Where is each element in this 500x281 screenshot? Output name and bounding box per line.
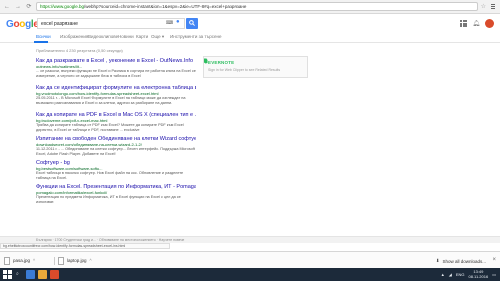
evernote-title: EVERNOTE <box>208 60 235 65</box>
close-icon[interactable]: × <box>492 257 496 263</box>
search-input[interactable]: excel разрязане <box>37 18 185 29</box>
url-path: /webhp?sourceid=chrome-instant&ion=1&esp… <box>84 4 247 9</box>
result-snippet: 25.05.2011 г. - В Microsoft Excel Формул… <box>36 96 186 105</box>
chevron-up-icon[interactable]: ^ <box>33 258 35 263</box>
apps-grid-icon[interactable] <box>460 20 468 27</box>
chevron-up-icon[interactable]: ^ <box>90 258 92 263</box>
search-result: Как да разкраквате в Excel , уеконение в… <box>36 58 196 79</box>
tab-search-tools[interactable]: Инструменти за търсене <box>170 34 222 39</box>
taskbar: ⌕ ▲ ◢ ENG 13:49 08.11.2016 ▭ <box>0 268 500 281</box>
result-snippet: Презентация по предмета Информатика, ИТ … <box>36 195 181 204</box>
volume-icon[interactable]: ◢ <box>449 272 452 277</box>
keyboard-icon[interactable]: ⌨ <box>166 20 173 26</box>
result-snippet: Трябва да копирате таблица от PDF към Ex… <box>36 123 184 132</box>
result-snippet: Excel таблици в няколко софтуер. Нов Exc… <box>36 171 184 180</box>
search-result: Как да копирате на PDF в Excel в Mac OS … <box>36 112 196 133</box>
search-result: Функции на Excel. Презентация по Информа… <box>36 184 196 205</box>
image-file-icon <box>4 256 10 265</box>
search-result: Софтуер - bg bg.bestsoftware.com/softwar… <box>36 160 196 181</box>
bookmark-star-icon[interactable]: ☆ <box>481 3 486 10</box>
clock[interactable]: 13:49 08.11.2016 <box>468 269 489 279</box>
pinned-apps <box>26 270 59 279</box>
search-result: Как да се идентифицират формулите на еле… <box>36 85 196 106</box>
image-file-icon <box>58 256 64 265</box>
folder-icon[interactable] <box>38 270 47 279</box>
clock-date: 08.11.2016 <box>468 273 489 279</box>
active-tab-indicator <box>34 41 48 43</box>
result-stats: Приблизително 4 230 резултата (0,50 секу… <box>36 48 123 53</box>
notifications-icon[interactable]: 🔔︎ <box>472 20 480 27</box>
language-indicator[interactable]: ENG <box>456 272 465 277</box>
download-filename: laptop.jpg <box>67 258 87 263</box>
evernote-panel: EVERNOTE Sign in for Web Clipper to see … <box>203 56 308 78</box>
network-icon[interactable]: ▲ <box>441 272 445 277</box>
microphone-icon[interactable]: ● <box>176 19 180 25</box>
result-snippet: 11.12.2011 г. - ... Обединяване на клетк… <box>36 147 195 156</box>
tab-videos[interactable]: Видеоклипове <box>88 34 118 39</box>
forward-icon[interactable]: → <box>14 3 22 11</box>
status-bar-url: bg.ehelttotroxcountifrecr.com/how-identi… <box>0 243 170 249</box>
tab-images[interactable]: Изображения <box>60 34 88 39</box>
download-item[interactable]: pasa.jpg ^ <box>4 256 35 265</box>
search-icon[interactable]: ⌕ <box>16 271 19 277</box>
file-explorer-icon[interactable] <box>26 270 35 279</box>
location-footer: България · 1700 Студентски град и... · О… <box>0 236 500 243</box>
windows-start-icon[interactable] <box>3 270 12 279</box>
evernote-signin-link[interactable]: Sign in for Web Clipper to see Related R… <box>208 68 280 72</box>
reload-icon[interactable]: ⟳ <box>25 3 33 11</box>
download-arrow-icon: ⬇ <box>435 258 440 263</box>
download-item[interactable]: laptop.jpg ^ <box>54 256 92 265</box>
show-all-label: Show all downloads... <box>442 258 486 264</box>
search-result: Изпитание на свободен Обединяване на кле… <box>36 136 196 157</box>
system-tray: ▲ ◢ ENG 13:49 08.11.2016 ▭ <box>441 269 496 279</box>
tab-news[interactable]: Новини <box>118 34 134 39</box>
back-icon[interactable]: ← <box>3 3 11 11</box>
tab-maps[interactable]: Карти <box>136 34 148 39</box>
browser-toolbar: ← → ⟳ https://www.google.bg/webhp?source… <box>0 0 500 14</box>
divider <box>54 256 55 265</box>
download-filename: pasa.jpg <box>13 258 31 263</box>
show-all-downloads-link[interactable]: ⬇ Show all downloads... <box>436 258 486 264</box>
result-snippet: ... се разкочи, въпреки функции не Excel… <box>36 69 196 78</box>
google-logo[interactable]: Google <box>6 19 39 30</box>
tab-all[interactable]: Всички <box>36 34 51 39</box>
url-host: https://www.google.bg <box>40 4 85 9</box>
avatar[interactable] <box>485 19 494 28</box>
search-icon <box>189 20 195 26</box>
chrome-icon[interactable] <box>50 270 59 279</box>
search-tabs: Всички Изображения Видеоклипове Новини К… <box>0 33 500 43</box>
notification-center-icon[interactable]: ▭ <box>492 272 496 277</box>
browser-menu-icon[interactable] <box>489 3 497 11</box>
tab-more[interactable]: Още ▾ <box>151 34 164 40</box>
address-bar[interactable]: https://www.google.bg/webhp?sourceid=chr… <box>36 2 478 11</box>
search-button[interactable] <box>186 18 198 29</box>
account-area: 🔔︎ <box>460 19 494 28</box>
downloads-bar: pasa.jpg ^ laptop.jpg ^ ⬇ Show all downl… <box>0 251 500 268</box>
